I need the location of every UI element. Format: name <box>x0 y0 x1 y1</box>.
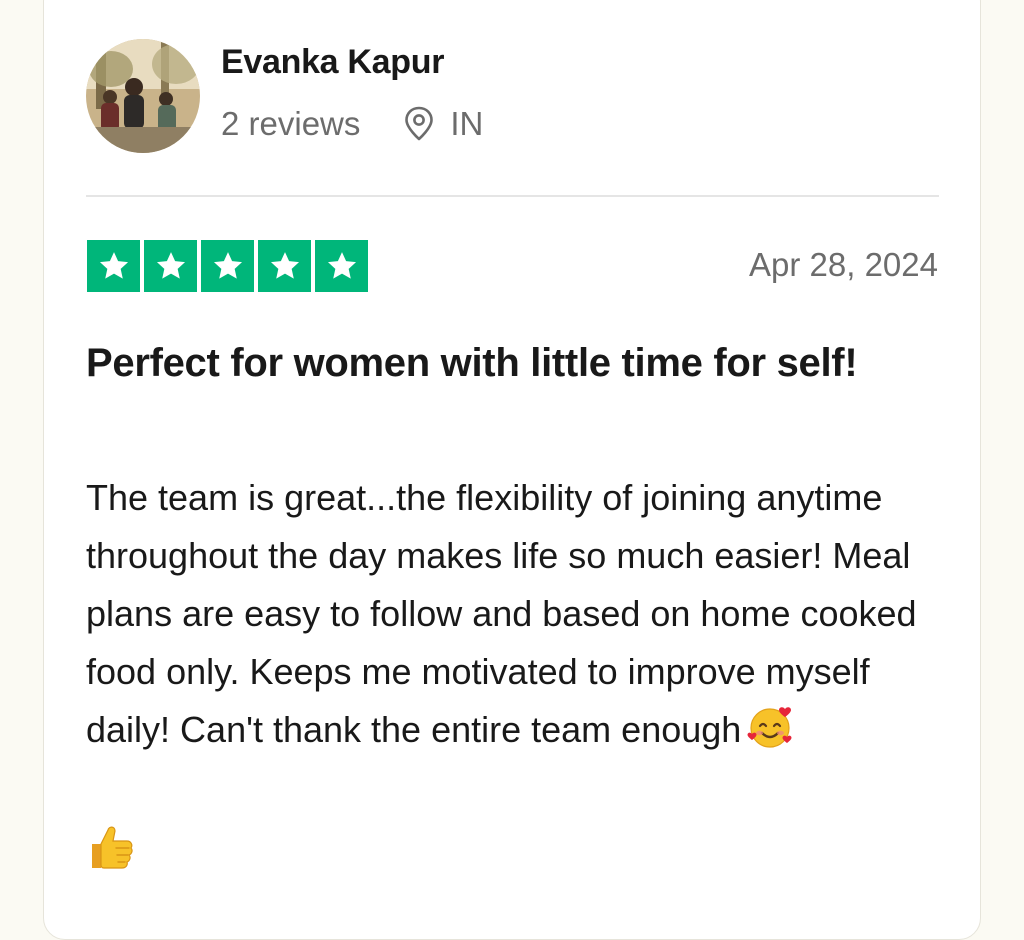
reviewer-country: IN <box>450 105 484 142</box>
thumbs-up-icon <box>86 822 134 872</box>
star-rating <box>87 240 368 292</box>
avatar-photo-icon <box>86 39 200 153</box>
star-icon <box>201 240 254 292</box>
reviewer-avatar[interactable] <box>86 39 200 153</box>
review-date: Apr 28, 2024 <box>749 246 938 283</box>
star-icon <box>315 240 368 292</box>
star-icon <box>144 240 197 292</box>
reviewer-meta: 2 reviews IN <box>221 104 483 144</box>
reviewer-name[interactable]: Evanka Kapur <box>221 43 444 82</box>
divider <box>86 195 939 197</box>
location-pin-icon <box>404 106 434 142</box>
smiling-face-with-hearts-icon <box>747 704 793 750</box>
star-icon <box>258 240 311 292</box>
review-count: 2 reviews <box>221 105 361 142</box>
review-body: The team is great...the flexibility of j… <box>86 469 946 759</box>
review-title[interactable]: Perfect for women with little time for s… <box>86 334 946 392</box>
star-icon <box>87 240 140 292</box>
